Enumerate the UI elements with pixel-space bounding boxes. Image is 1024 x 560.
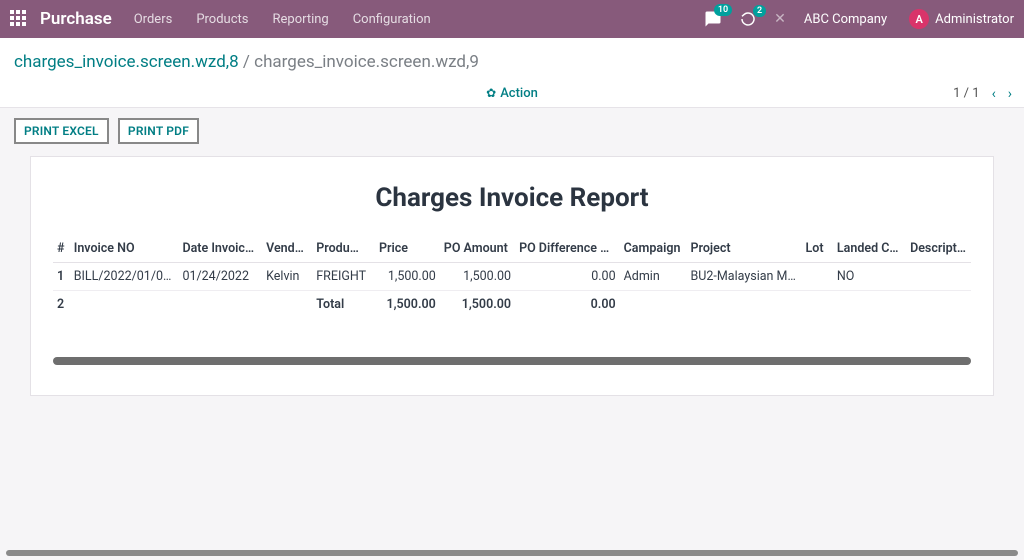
cell-description <box>906 263 971 291</box>
table-row[interactable]: 1 BILL/2022/01/0010 01/24/2022 Kelvin FR… <box>53 263 971 291</box>
breadcrumb-link[interactable]: charges_invoice.screen.wzd,8 <box>14 52 239 72</box>
pager: 1 / 1 ‹ › <box>953 86 1012 102</box>
nav-orders[interactable]: Orders <box>134 12 173 27</box>
cell-po-diff: 0.00 <box>515 263 620 291</box>
button-bar: PRINT EXCEL PRINT PDF <box>0 108 1024 150</box>
col-price: Price <box>375 235 440 263</box>
report-title: Charges Invoice Report <box>53 183 971 213</box>
nav-configuration[interactable]: Configuration <box>353 12 431 27</box>
col-po-amount: PO Amount <box>440 235 515 263</box>
action-dropdown[interactable]: ✿ Action <box>486 86 538 101</box>
company-name[interactable]: ABC Company <box>804 12 887 27</box>
cell-po-amount: 1,500.00 <box>440 263 515 291</box>
apps-icon[interactable] <box>10 10 28 28</box>
col-description: Descripti… <box>906 235 971 263</box>
action-bar: ✿ Action 1 / 1 ‹ › <box>0 80 1024 108</box>
pager-position: 1 / 1 <box>953 86 979 101</box>
cell-product: FREIGHT <box>312 263 375 291</box>
pager-next-icon[interactable]: › <box>1008 86 1012 102</box>
total-price: 1,500.00 <box>375 291 440 319</box>
col-vendor: Vend… <box>262 235 312 263</box>
action-label: Action <box>500 86 538 101</box>
col-invoice-no: Invoice NO <box>70 235 179 263</box>
total-po-amount: 1,500.00 <box>440 291 515 319</box>
total-po-diff: 0.00 <box>515 291 620 319</box>
cell-project: BU2-Malaysian Mera… <box>687 263 802 291</box>
total-label: Total <box>312 291 375 319</box>
col-landed-cost: Landed Cost <box>833 235 906 263</box>
table-header-row: # Invoice NO Date Invoiced Vend… Produ… … <box>53 235 971 263</box>
report-table: # Invoice NO Date Invoiced Vend… Produ… … <box>53 235 971 318</box>
print-pdf-button[interactable]: PRINT PDF <box>118 118 199 144</box>
cell-price: 1,500.00 <box>375 263 440 291</box>
page-scrollbar[interactable] <box>6 550 1018 556</box>
username[interactable]: Administrator <box>935 12 1014 27</box>
cell-invoice-no: BILL/2022/01/0010 <box>70 263 179 291</box>
col-lot: Lot <box>802 235 833 263</box>
cell-landed-cost: NO <box>833 263 906 291</box>
col-date-invoiced: Date Invoiced <box>178 235 262 263</box>
cell-lot <box>802 263 833 291</box>
breadcrumb-sep: / <box>239 52 254 72</box>
cell-vendor: Kelvin <box>262 263 312 291</box>
total-idx: 2 <box>53 291 70 319</box>
chat-badge: 10 <box>714 4 732 16</box>
cell-idx: 1 <box>53 263 70 291</box>
nav-products[interactable]: Products <box>196 12 248 27</box>
cell-campaign: Admin <box>620 263 687 291</box>
chat-icon[interactable]: 10 <box>704 10 722 28</box>
nav-reporting[interactable]: Reporting <box>272 12 328 27</box>
report-card: Charges Invoice Report # Invoice NO Date… <box>30 156 994 396</box>
print-excel-button[interactable]: PRINT EXCEL <box>14 118 109 144</box>
table-total-row: 2 Total 1,500.00 1,500.00 0.00 <box>53 291 971 319</box>
col-idx: # <box>53 235 70 263</box>
top-nav: Purchase Orders Products Reporting Confi… <box>0 0 1024 38</box>
activity-icon[interactable]: 2 <box>740 11 756 27</box>
table-scrollbar[interactable] <box>53 357 971 365</box>
col-project: Project <box>687 235 802 263</box>
col-product: Produ… <box>312 235 375 263</box>
breadcrumb: charges_invoice.screen.wzd,8 / charges_i… <box>0 38 1024 80</box>
cell-date-invoiced: 01/24/2022 <box>178 263 262 291</box>
col-po-diff: PO Difference Amt <box>515 235 620 263</box>
activity-badge: 2 <box>753 5 766 17</box>
gear-icon: ✿ <box>486 86 496 100</box>
breadcrumb-current: charges_invoice.screen.wzd,9 <box>254 52 479 72</box>
pager-prev-icon[interactable]: ‹ <box>992 86 996 102</box>
close-icon[interactable]: ✕ <box>774 11 786 27</box>
col-campaign: Campaign <box>620 235 687 263</box>
app-title[interactable]: Purchase <box>40 9 112 29</box>
avatar[interactable]: A <box>909 9 929 29</box>
